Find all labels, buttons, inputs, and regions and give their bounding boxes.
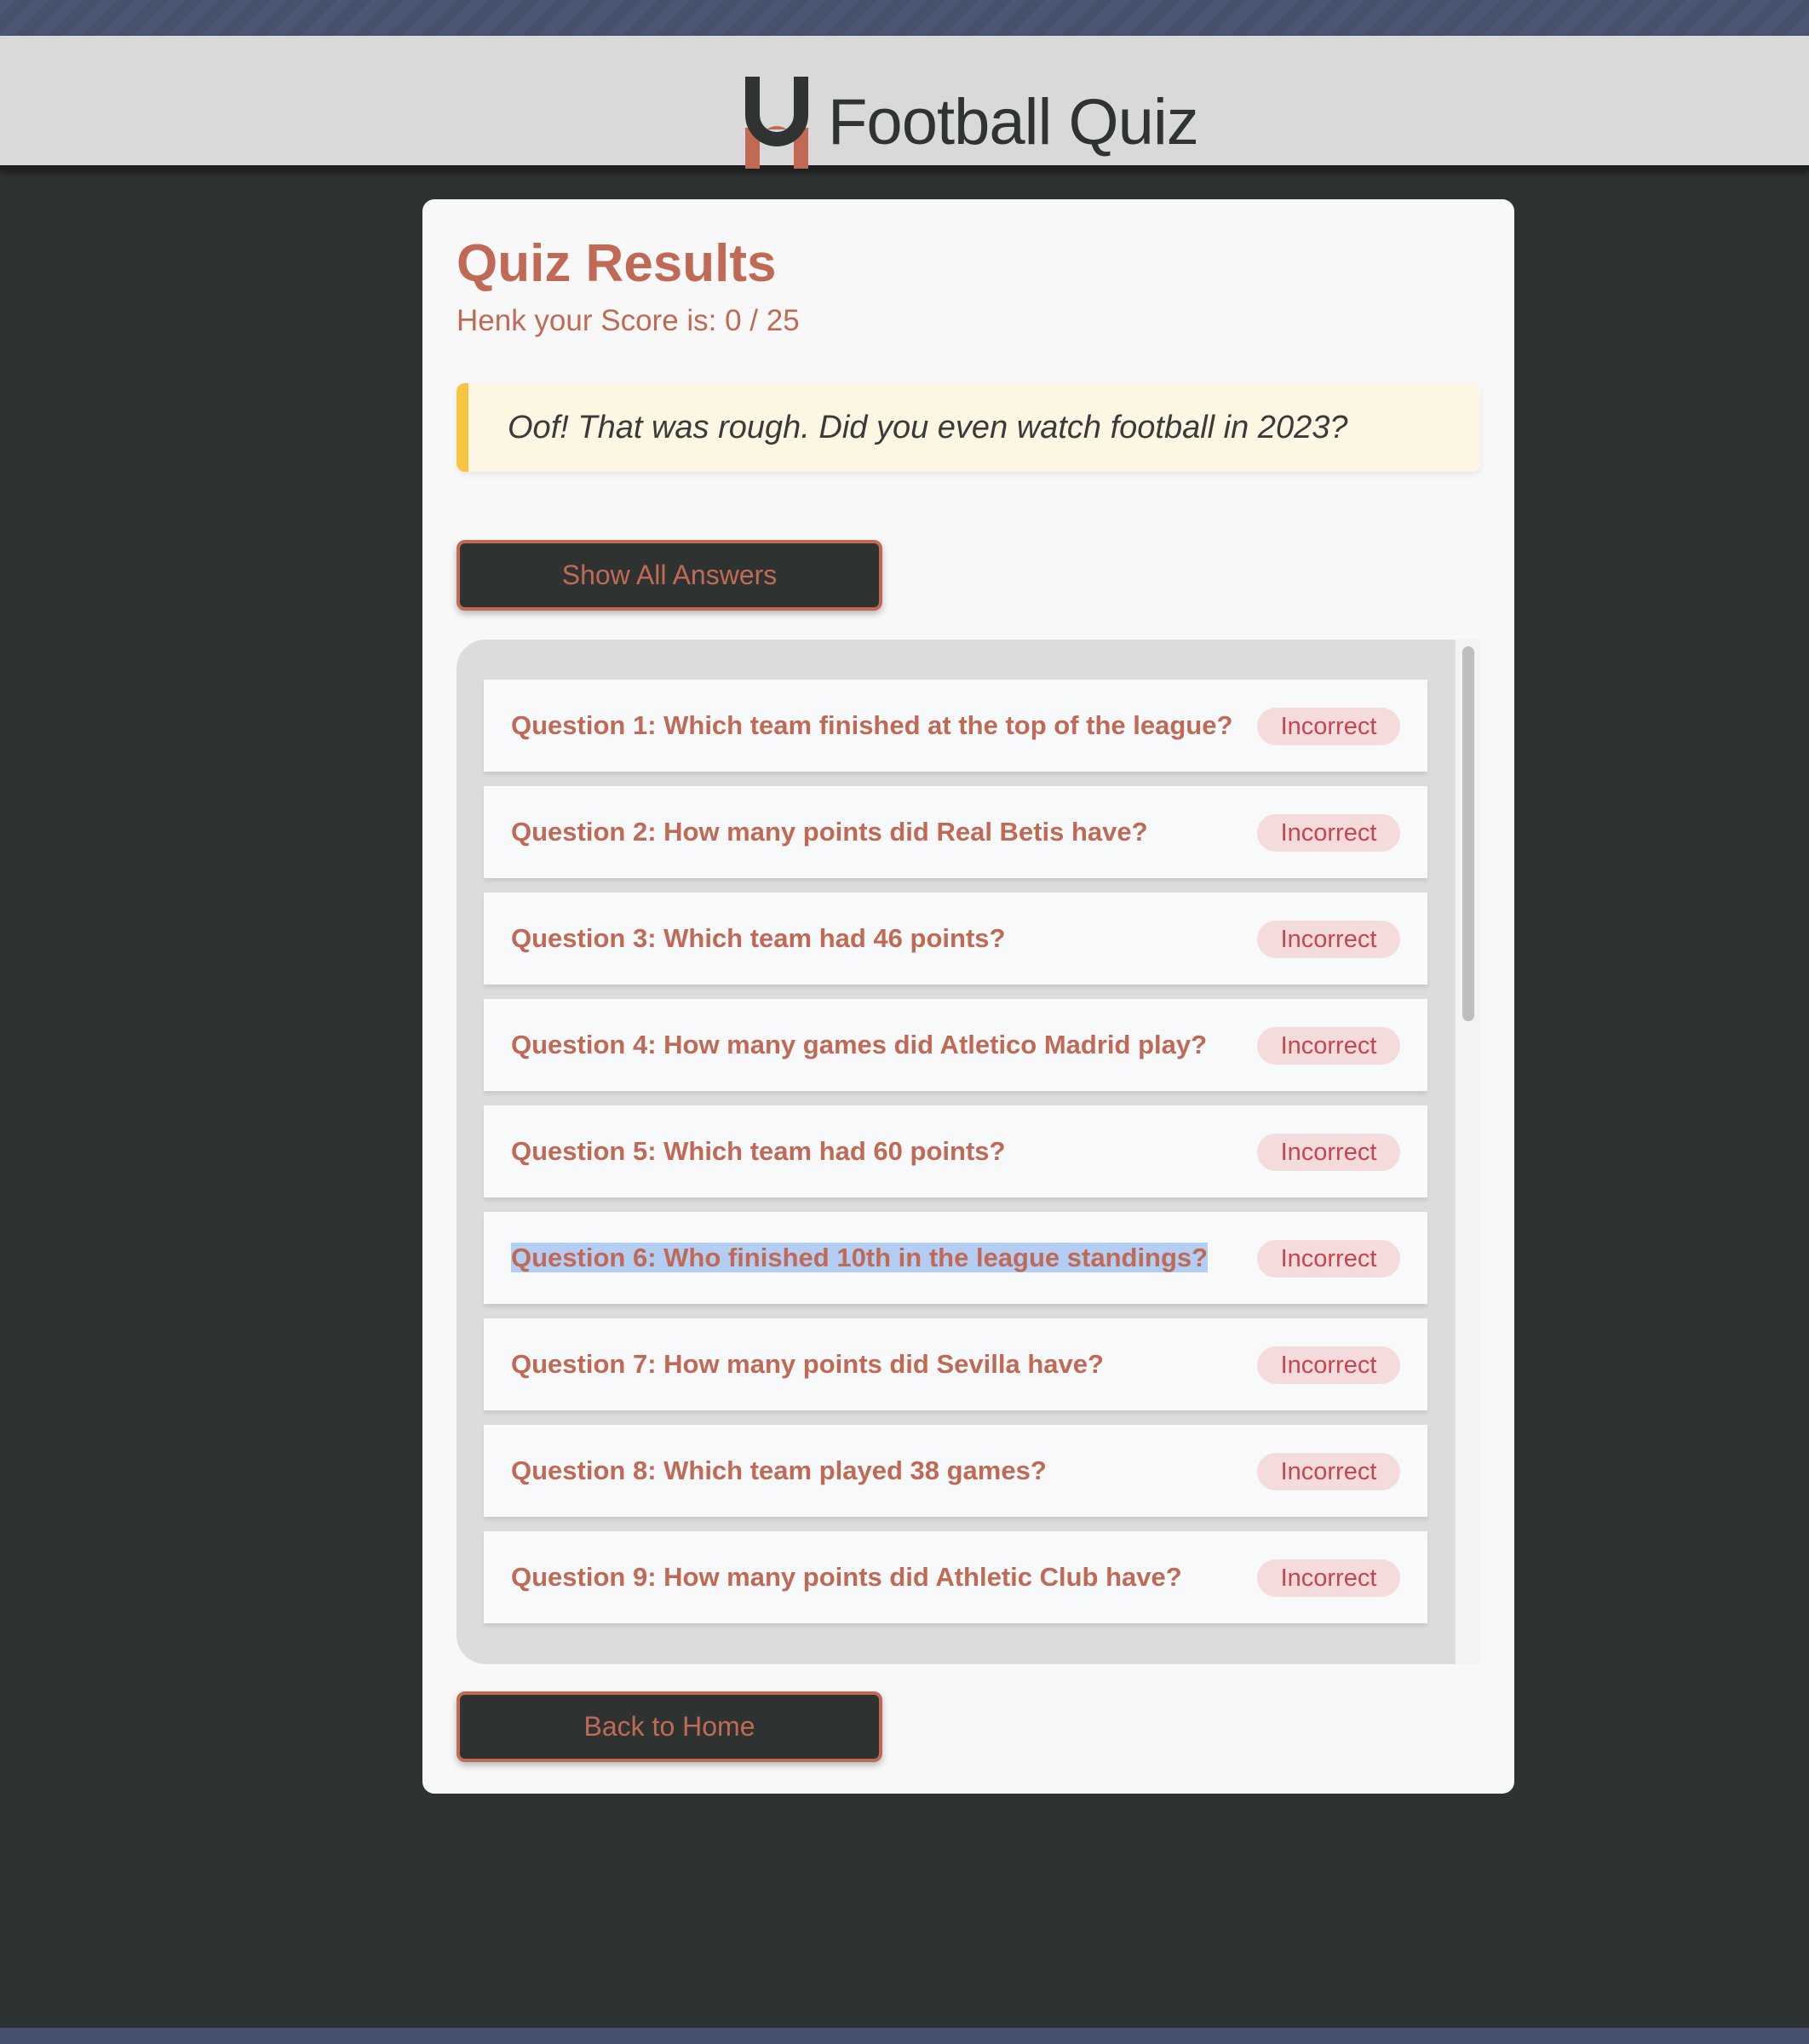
- question-text: Question 4: How many games did Atletico …: [511, 999, 1207, 1091]
- question-label: Question 4: How many games did Atletico …: [511, 1030, 1208, 1059]
- question-label: Question 6: Who finished 10th in the lea…: [511, 1243, 1209, 1272]
- question-text: Question 5: Which team had 60 points?: [511, 1105, 1005, 1197]
- score-text: Henk your Score is: 0 / 25: [457, 304, 800, 337]
- question-text: Question 8: Which team played 38 games?: [511, 1425, 1047, 1517]
- status-badge: Incorrect: [1257, 814, 1400, 852]
- list-item[interactable]: Question 7: How many points did Sevilla …: [484, 1318, 1427, 1410]
- bottom-decorative-strip: [0, 2028, 1809, 2044]
- page-title: Quiz Results: [457, 234, 777, 293]
- result-message: Oof! That was rough. Did you even watch …: [508, 410, 1348, 445]
- question-text: Question 2: How many points did Real Bet…: [511, 786, 1148, 878]
- site-header: Football Quiz: [0, 36, 1809, 170]
- status-badge: Incorrect: [1257, 921, 1400, 958]
- status-badge: Incorrect: [1257, 1453, 1400, 1490]
- status-badge: Incorrect: [1257, 1027, 1400, 1065]
- horseshoe-logo-icon: [745, 77, 808, 169]
- question-text: Question 6: Who finished 10th in the lea…: [511, 1212, 1209, 1304]
- question-label: Question 8: Which team played 38 games?: [511, 1455, 1047, 1485]
- list-item[interactable]: Question 5: Which team had 60 points? Inc…: [484, 1105, 1427, 1197]
- top-decorative-strip: [0, 0, 1809, 36]
- list-item[interactable]: Question 2: How many points did Real Bet…: [484, 786, 1427, 878]
- list-item[interactable]: Question 4: How many games did Atletico …: [484, 999, 1427, 1091]
- question-label: Question 1: Which team finished at the t…: [511, 710, 1233, 740]
- back-to-home-button[interactable]: Back to Home: [457, 1691, 882, 1762]
- question-label: Question 5: Which team had 60 points?: [511, 1136, 1006, 1166]
- logo[interactable]: Football Quiz: [743, 77, 1199, 169]
- scrollbar-thumb[interactable]: [1462, 646, 1474, 1021]
- questions-scrollbar[interactable]: [1455, 640, 1480, 1664]
- question-label: Question 3: Which team had 46 points?: [511, 923, 1006, 953]
- list-item[interactable]: Question 1: Which team finished at the t…: [484, 680, 1427, 772]
- question-text: Question 3: Which team had 46 points?: [511, 893, 1005, 985]
- app-title: Football Quiz: [828, 86, 1199, 158]
- list-item[interactable]: Question 3: Which team had 46 points? Inc…: [484, 893, 1427, 985]
- questions-list[interactable]: Question 1: Which team finished at the t…: [457, 640, 1480, 1664]
- status-badge: Incorrect: [1257, 708, 1400, 745]
- question-label: Question 2: How many points did Real Bet…: [511, 817, 1148, 847]
- list-item[interactable]: Question 8: Which team played 38 games? I…: [484, 1425, 1427, 1517]
- status-badge: Incorrect: [1257, 1134, 1400, 1171]
- question-label: Question 7: How many points did Sevilla …: [511, 1349, 1104, 1379]
- list-item[interactable]: Question 9: How many points did Athletic…: [484, 1531, 1427, 1623]
- question-label: Question 9: How many points did Athletic…: [511, 1562, 1182, 1592]
- list-item[interactable]: Question 6: Who finished 10th in the lea…: [484, 1212, 1427, 1304]
- status-badge: Incorrect: [1257, 1240, 1400, 1278]
- status-badge: Incorrect: [1257, 1559, 1400, 1597]
- question-text: Question 7: How many points did Sevilla …: [511, 1318, 1104, 1410]
- results-card: Quiz Results Henk your Score is: 0 / 25 …: [422, 199, 1514, 1794]
- question-text: Question 1: Which team finished at the t…: [511, 680, 1232, 772]
- result-message-callout: Oof! That was rough. Did you even watch …: [457, 383, 1480, 472]
- status-badge: Incorrect: [1257, 1346, 1400, 1384]
- question-text: Question 9: How many points did Athletic…: [511, 1531, 1182, 1623]
- show-all-answers-button[interactable]: Show All Answers: [457, 540, 882, 611]
